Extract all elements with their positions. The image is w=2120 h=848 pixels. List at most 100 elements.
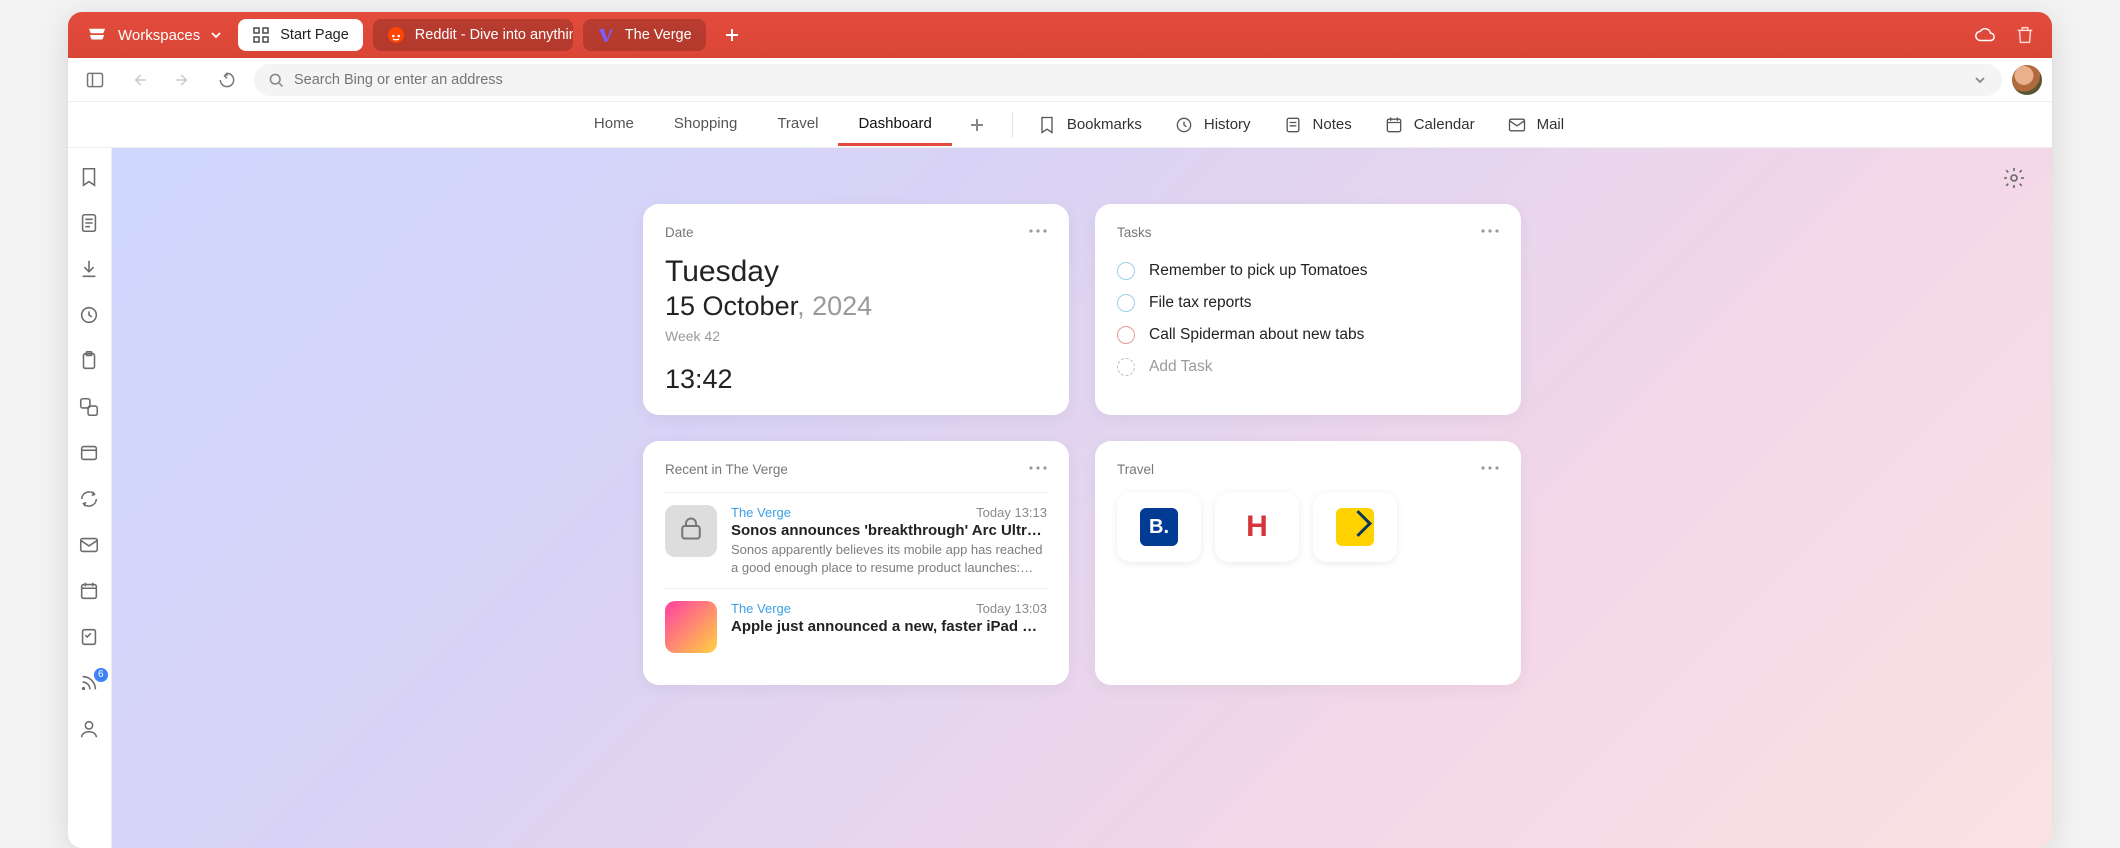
panel-downloads[interactable] bbox=[78, 258, 102, 282]
feeds-badge: 6 bbox=[94, 668, 108, 682]
tab-travel[interactable]: Travel bbox=[757, 104, 838, 146]
widget-menu-button[interactable] bbox=[1029, 459, 1047, 480]
plus-icon bbox=[970, 118, 984, 132]
search-icon bbox=[268, 72, 284, 88]
quick-label: History bbox=[1204, 116, 1251, 133]
date-year: , 2024 bbox=[797, 291, 872, 321]
window-icon bbox=[78, 442, 100, 464]
add-task-button[interactable]: Add Task bbox=[1117, 351, 1499, 383]
trash-icon bbox=[2014, 24, 2036, 46]
panel-notes[interactable] bbox=[78, 350, 102, 374]
chevron-down-icon[interactable] bbox=[1972, 72, 1988, 88]
quick-label: Bookmarks bbox=[1067, 116, 1142, 133]
arrow-right-icon bbox=[173, 70, 193, 90]
tab-label: Start Page bbox=[280, 27, 349, 43]
date-widget: Date Tuesday 15 October, 2024 Week 42 13… bbox=[643, 204, 1069, 415]
task-text: Remember to pick up Tomatoes bbox=[1149, 262, 1368, 280]
workspaces-button[interactable]: Workspaces bbox=[80, 22, 228, 48]
feed-item[interactable]: The Verge Today 13:13 Sonos announces 'b… bbox=[665, 492, 1047, 588]
quick-notes[interactable]: Notes bbox=[1279, 109, 1356, 141]
new-tab-button[interactable] bbox=[720, 23, 744, 47]
calendar-icon bbox=[1384, 115, 1404, 135]
panel-calendar[interactable] bbox=[78, 580, 102, 604]
chevron-down-icon bbox=[210, 29, 222, 41]
download-icon bbox=[78, 258, 100, 280]
task-item[interactable]: Call Spiderman about new tabs bbox=[1117, 319, 1499, 351]
tab-shopping[interactable]: Shopping bbox=[654, 104, 757, 146]
tab-label: The Verge bbox=[625, 27, 692, 43]
plus-icon bbox=[725, 28, 739, 42]
panel-toggle-button[interactable] bbox=[78, 63, 112, 97]
feed-headline: Apple just announced a new, faster iPad … bbox=[731, 618, 1047, 635]
feed-source: The Verge bbox=[731, 601, 791, 616]
travel-tile-booking[interactable]: B. bbox=[1117, 492, 1201, 562]
workspaces-label: Workspaces bbox=[118, 27, 200, 44]
hotels-icon: H bbox=[1238, 508, 1276, 546]
date-line: 15 October, 2024 bbox=[665, 291, 1047, 322]
panel-history[interactable] bbox=[78, 304, 102, 328]
profile-avatar[interactable] bbox=[2012, 65, 2042, 95]
task-checkbox[interactable] bbox=[1117, 262, 1135, 280]
travel-widget: Travel B. H bbox=[1095, 441, 1521, 685]
dashboard-canvas: Date Tuesday 15 October, 2024 Week 42 13… bbox=[112, 148, 2052, 848]
tab-the-verge[interactable]: The Verge bbox=[583, 19, 706, 51]
date-time: 13:42 bbox=[665, 364, 1047, 395]
task-checkbox[interactable] bbox=[1117, 294, 1135, 312]
task-text: Call Spiderman about new tabs bbox=[1149, 326, 1364, 344]
quick-history[interactable]: History bbox=[1170, 109, 1255, 141]
quick-calendar[interactable]: Calendar bbox=[1380, 109, 1479, 141]
tab-reddit[interactable]: Reddit - Dive into anything bbox=[373, 19, 573, 51]
widget-menu-button[interactable] bbox=[1029, 222, 1047, 243]
quick-bookmarks[interactable]: Bookmarks bbox=[1033, 109, 1146, 141]
panel-sessions[interactable] bbox=[78, 488, 102, 512]
tab-dashboard[interactable]: Dashboard bbox=[838, 104, 951, 146]
translate-icon bbox=[78, 396, 100, 418]
task-item[interactable]: File tax reports bbox=[1117, 287, 1499, 319]
address-input[interactable] bbox=[294, 72, 1988, 88]
panel-reading-list[interactable] bbox=[78, 212, 102, 236]
panel-feeds[interactable]: 6 bbox=[78, 672, 102, 696]
address-bar[interactable] bbox=[254, 64, 2002, 96]
feed-item[interactable]: The Verge Today 13:03 Apple just announc… bbox=[665, 588, 1047, 665]
feed-description: Sonos apparently believes its mobile app… bbox=[731, 541, 1047, 576]
panel-contacts[interactable] bbox=[78, 718, 102, 742]
trash-button[interactable] bbox=[2010, 20, 2040, 50]
reddit-icon bbox=[387, 26, 405, 44]
dashboard-settings-button[interactable] bbox=[2002, 166, 2028, 192]
add-task-label: Add Task bbox=[1149, 358, 1212, 376]
travel-tile-expedia[interactable] bbox=[1313, 492, 1397, 562]
panel-tasks[interactable] bbox=[78, 626, 102, 650]
sync-button[interactable] bbox=[1970, 20, 2000, 50]
panel-bookmarks[interactable] bbox=[78, 166, 102, 190]
quick-label: Notes bbox=[1313, 116, 1352, 133]
checklist-icon bbox=[78, 626, 100, 648]
main-area: 6 Date Tuesday 15 October, 2024 bbox=[68, 148, 2052, 848]
mail-icon bbox=[1507, 115, 1527, 135]
travel-tile-hotels[interactable]: H bbox=[1215, 492, 1299, 562]
divider bbox=[1012, 112, 1013, 138]
page-icon bbox=[78, 212, 100, 234]
back-button[interactable] bbox=[122, 63, 156, 97]
quick-mail[interactable]: Mail bbox=[1503, 109, 1569, 141]
grid-icon bbox=[252, 26, 270, 44]
panel-translate[interactable] bbox=[78, 396, 102, 420]
reload-button[interactable] bbox=[210, 63, 244, 97]
task-checkbox[interactable] bbox=[1117, 326, 1135, 344]
feed-source: The Verge bbox=[731, 505, 791, 520]
tab-start-page[interactable]: Start Page bbox=[238, 19, 363, 51]
person-icon bbox=[78, 718, 100, 740]
cloud-icon bbox=[1974, 24, 1996, 46]
booking-icon: B. bbox=[1140, 508, 1178, 546]
panel-tabs[interactable] bbox=[78, 442, 102, 466]
tab-home[interactable]: Home bbox=[574, 104, 654, 146]
sync-icon bbox=[78, 488, 100, 510]
gear-icon bbox=[2002, 166, 2026, 190]
task-item[interactable]: Remember to pick up Tomatoes bbox=[1117, 255, 1499, 287]
add-page-tab-button[interactable] bbox=[962, 110, 992, 140]
browser-window: Workspaces Start Page Reddit - Dive into… bbox=[68, 12, 2052, 848]
forward-button[interactable] bbox=[166, 63, 200, 97]
widget-menu-button[interactable] bbox=[1481, 222, 1499, 243]
widget-menu-button[interactable] bbox=[1481, 459, 1499, 480]
date-part: 15 October bbox=[665, 291, 797, 321]
panel-mail[interactable] bbox=[78, 534, 102, 558]
